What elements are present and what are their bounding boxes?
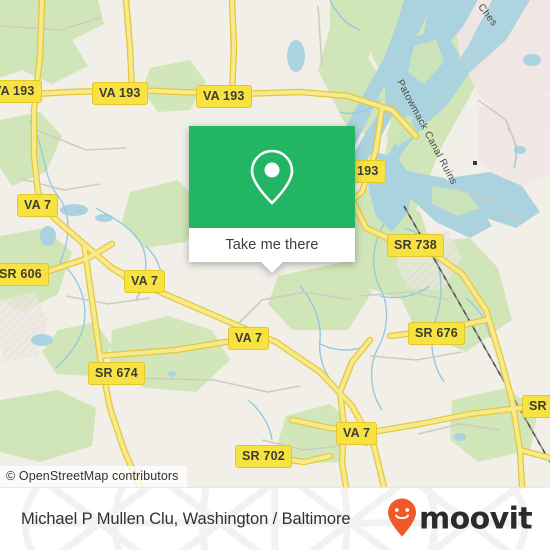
osm-attribution[interactable]: © OpenStreetMap contributors: [0, 466, 187, 487]
callout-image-panel: [189, 126, 355, 228]
road-shield-sr-7-east: SR 7: [522, 395, 550, 418]
road-shield-sr-702: SR 702: [235, 445, 292, 468]
road-shield-va-7-nw: VA 7: [17, 194, 59, 217]
bottom-info-bar: Michael P Mullen Clu, Washington / Balti…: [0, 487, 550, 550]
road-shield-sr-738: SR 738: [387, 234, 444, 257]
road-shield-va-193-west: VA 193: [0, 80, 42, 103]
moovit-smile-pin-icon: [387, 497, 417, 542]
road-shield-sr-674: SR 674: [88, 362, 145, 385]
place-title: Michael P Mullen Clu, Washington / Balti…: [21, 510, 351, 528]
moovit-logo: moovit: [387, 497, 533, 542]
map-canvas[interactable]: Patowmack Canal Ruins Ches VA 193 VA 193…: [0, 0, 550, 487]
callout-tail: [261, 262, 283, 273]
road-shield-sr-676: SR 676: [408, 322, 465, 345]
road-shield-va-193-mid: VA 193: [92, 82, 148, 105]
road-shield-sr-606: SR 606: [0, 263, 49, 286]
callout-footer[interactable]: Take me there: [189, 228, 355, 262]
map-screenshot: Patowmack Canal Ruins Ches VA 193 VA 193…: [0, 0, 550, 550]
road-shield-va-7-west: VA 7: [124, 270, 166, 293]
location-callout-card[interactable]: Take me there: [189, 126, 355, 273]
map-pin-icon: [245, 146, 299, 208]
take-me-there-label: Take me there: [225, 237, 319, 253]
road-shield-va-7-south: VA 7: [336, 422, 378, 445]
road-shield-va-193-east: VA 193: [196, 85, 252, 108]
moovit-wordmark: moovit: [418, 501, 533, 537]
road-shield-va-7-center: VA 7: [228, 327, 270, 350]
